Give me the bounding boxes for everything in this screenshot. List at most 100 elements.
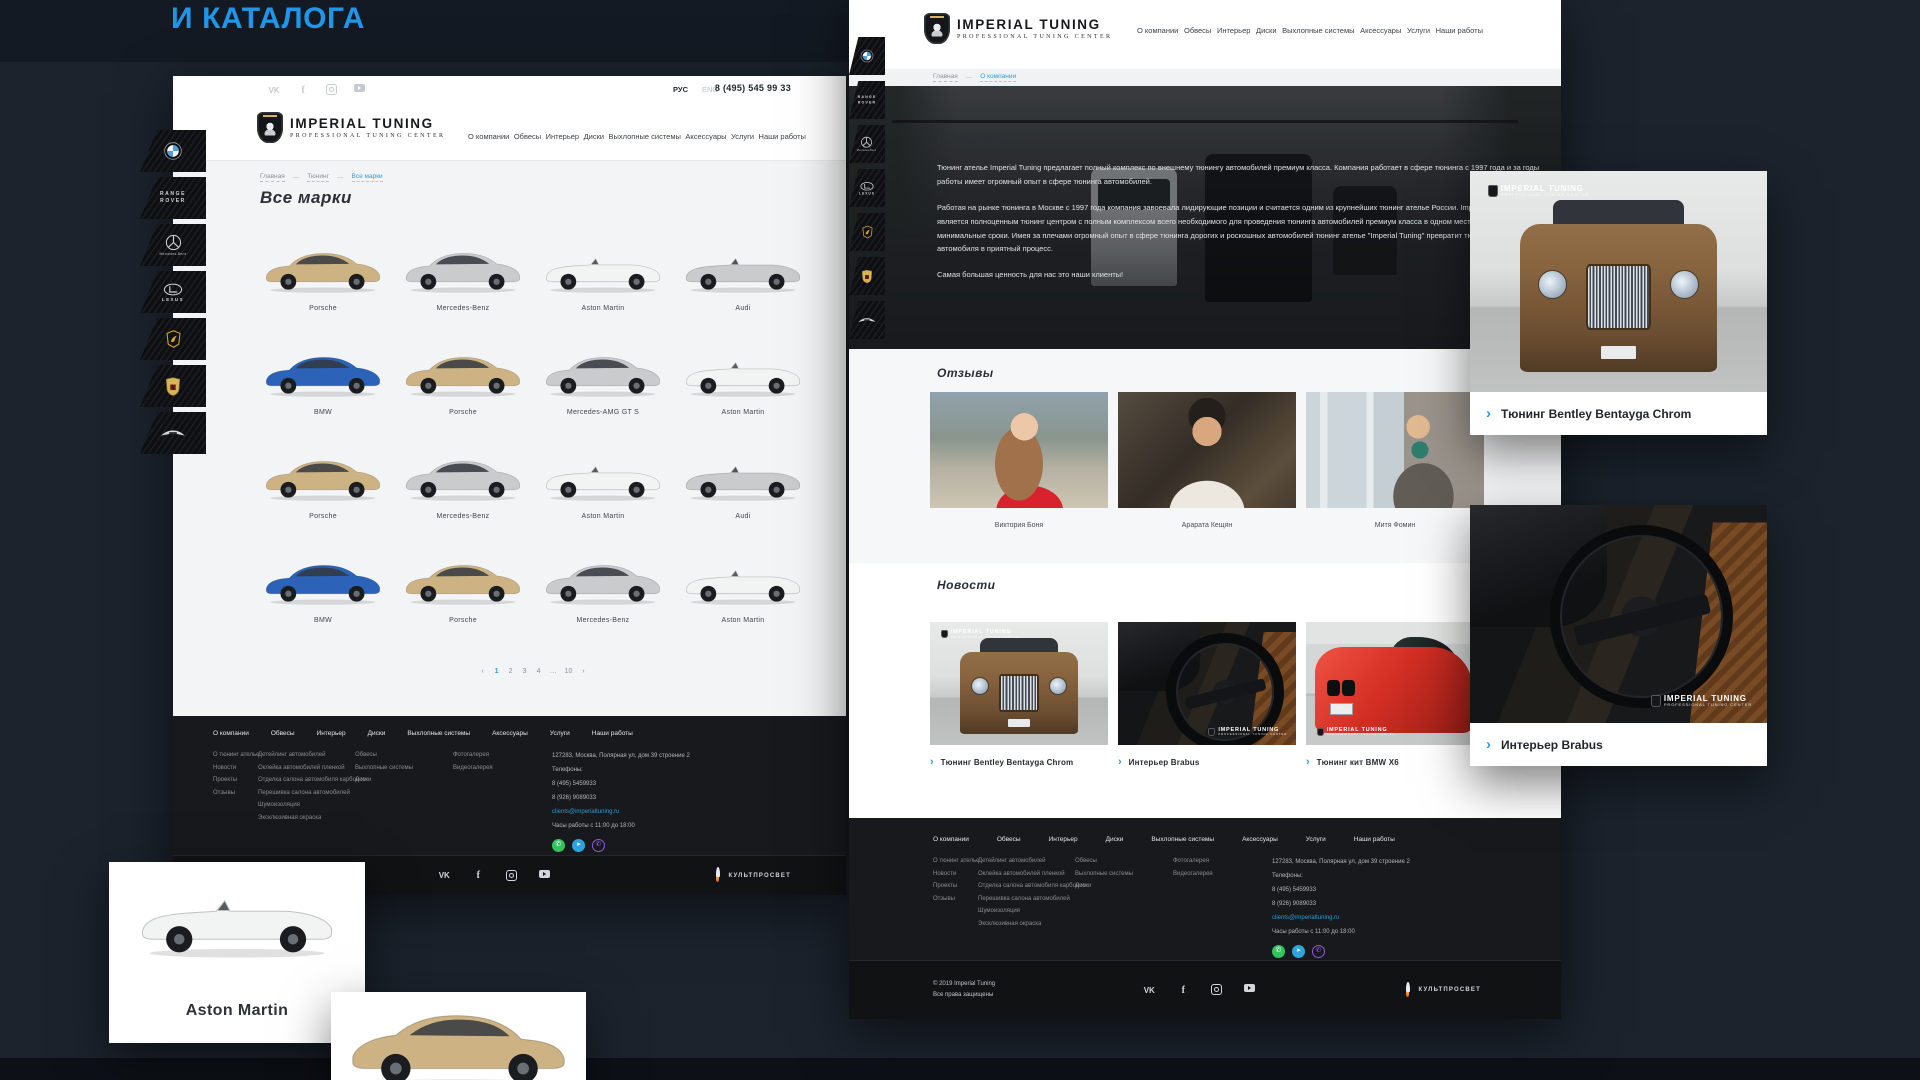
pagination-item[interactable]: 2 xyxy=(508,668,514,675)
nav-item[interactable]: Наши работы xyxy=(1436,26,1483,35)
brand-tile[interactable]: Mercedes-Benz xyxy=(140,224,206,266)
car-card[interactable]: Aston Martin xyxy=(680,345,806,449)
vk-icon[interactable]: VK xyxy=(438,870,450,882)
footer-nav-link[interactable]: Наши работы xyxy=(1354,836,1395,843)
footer-link[interactable]: Детейлинг автомобилей xyxy=(258,752,355,758)
whatsapp-icon[interactable]: ✆ xyxy=(552,839,565,852)
footer-phone-2[interactable]: 8 (926) 9089033 xyxy=(1272,900,1410,909)
news-card[interactable]: IMPERIAL TUNINGPROFESSIONAL TUNING CENTE… xyxy=(1118,622,1296,768)
brand-tile[interactable]: LEXUS xyxy=(140,271,206,313)
footer-nav-link[interactable]: Интерьер xyxy=(1049,836,1078,843)
footer-nav-link[interactable]: Наши работы xyxy=(592,730,633,737)
instagram-icon[interactable] xyxy=(326,84,337,95)
news-card[interactable]: IMPERIAL TUNINGPROFESSIONAL TUNING CENTE… xyxy=(930,622,1108,768)
footer-nav-link[interactable]: Обвесы xyxy=(271,730,295,737)
footer-link[interactable]: Обвесы xyxy=(355,752,453,758)
footer-link[interactable]: Фотогалерея xyxy=(1173,858,1272,864)
brand-tile[interactable]: Mercedes-Benz xyxy=(849,125,885,163)
footer-nav-link[interactable]: Услуги xyxy=(550,730,570,737)
nav-item[interactable]: Услуги xyxy=(1407,26,1430,35)
footer-email[interactable]: clients@imperialtuning.ru xyxy=(1272,914,1410,923)
brand-tile[interactable]: LEXUS xyxy=(849,169,885,207)
pagination-item[interactable]: 3 xyxy=(522,668,528,675)
footer-nav-link[interactable]: Аксессуары xyxy=(492,730,528,737)
footer-nav-link[interactable]: О компании xyxy=(933,836,969,843)
footer-nav-link[interactable]: Выхлопные системы xyxy=(1151,836,1214,843)
telegram-icon[interactable]: ➤ xyxy=(572,839,585,852)
nav-item[interactable]: Услуги xyxy=(731,132,754,141)
nav-item[interactable]: Выхлопные системы xyxy=(609,132,681,141)
nav-item[interactable]: Аксессуары xyxy=(1360,26,1401,35)
nav-item[interactable]: Обвесы xyxy=(1184,26,1211,35)
breadcrumb-item[interactable]: Тюнинг xyxy=(307,173,329,182)
footer-link[interactable]: О тюнинг ателье xyxy=(933,858,978,864)
footer-link[interactable]: Новости xyxy=(213,765,258,771)
brand-tile[interactable]: RANGEROVER xyxy=(140,177,206,219)
pagination-item[interactable]: 4 xyxy=(536,668,542,675)
footer-nav-link[interactable]: Диски xyxy=(368,730,386,737)
studio-credit[interactable]: КУЛЬТПРОСВЕТ xyxy=(1403,982,1481,999)
review-card[interactable]: Виктория Боня xyxy=(930,392,1108,529)
footer-nav-link[interactable]: Услуги xyxy=(1306,836,1326,843)
telegram-icon[interactable]: ➤ xyxy=(1292,945,1305,958)
footer-link[interactable]: Эксклюзивная окраска xyxy=(258,815,355,821)
footer-link[interactable]: Обвесы xyxy=(1075,858,1173,864)
nav-item[interactable]: Диски xyxy=(584,132,605,141)
brand-tile[interactable] xyxy=(849,213,885,251)
nav-item[interactable]: Наши работы xyxy=(759,132,806,141)
pagination-item[interactable]: 10 xyxy=(565,668,573,675)
footer-nav-link[interactable]: Аксессуары xyxy=(1242,836,1278,843)
footer-link[interactable]: Отзывы xyxy=(213,790,258,796)
brand-tile[interactable] xyxy=(140,365,206,407)
footer-link[interactable]: Шумоизоляция xyxy=(978,908,1075,914)
car-card[interactable]: Mercedes-Benz xyxy=(400,449,526,553)
breadcrumb-item[interactable]: — xyxy=(293,174,300,182)
brand-tile[interactable] xyxy=(140,318,206,360)
pagination-item[interactable]: 1 xyxy=(494,668,500,675)
breadcrumb-item[interactable]: Главная xyxy=(260,173,285,182)
breadcrumb-item[interactable]: — xyxy=(337,174,344,182)
footer-link[interactable]: Перешивка салона автомобилей xyxy=(258,790,355,796)
studio-credit[interactable]: КУЛЬТПРОСВЕТ xyxy=(713,867,791,884)
nav-item[interactable]: Интерьер xyxy=(546,132,579,141)
breadcrumb-item[interactable]: О компании xyxy=(980,73,1016,82)
car-card[interactable]: Porsche xyxy=(400,553,526,657)
nav-item[interactable]: О компании xyxy=(1137,26,1178,35)
car-card[interactable]: Audi xyxy=(680,241,806,345)
car-card[interactable]: Mercedes-AMG GT S xyxy=(540,345,666,449)
footer-link[interactable]: Выхлопные системы xyxy=(1075,871,1173,877)
brand-tile[interactable] xyxy=(849,257,885,295)
footer-link[interactable]: Отзывы xyxy=(933,896,978,902)
pagination-item[interactable]: › xyxy=(580,668,586,675)
car-card[interactable]: Mercedes-Benz xyxy=(540,553,666,657)
nav-item[interactable]: Интерьер xyxy=(1217,26,1250,35)
footer-nav-link[interactable]: Выхлопные системы xyxy=(407,730,470,737)
instagram-icon[interactable] xyxy=(506,870,517,881)
site-logo[interactable]: IMPERIAL TUNING PROFESSIONAL TUNING CENT… xyxy=(924,13,1112,44)
footer-nav-link[interactable]: Интерьер xyxy=(317,730,346,737)
footer-link[interactable]: Проекты xyxy=(213,777,258,783)
footer-link[interactable]: Отделка салона автомобиля карбоном xyxy=(978,883,1075,889)
footer-phone-1[interactable]: 8 (495) 5459933 xyxy=(1272,886,1410,895)
youtube-icon[interactable] xyxy=(539,870,550,878)
youtube-icon[interactable] xyxy=(354,84,365,92)
footer-link[interactable]: Эксклюзивная окраска xyxy=(978,921,1075,927)
footer-link[interactable]: Диски xyxy=(355,777,453,783)
car-card[interactable]: Aston Martin xyxy=(680,553,806,657)
footer-link[interactable]: Перешивка салона автомобилей xyxy=(978,896,1075,902)
nav-item[interactable]: Выхлопные системы xyxy=(1282,26,1354,35)
breadcrumb-item[interactable]: Все марки xyxy=(352,173,383,182)
brand-tile[interactable] xyxy=(140,412,206,454)
nav-item[interactable]: О компании xyxy=(468,132,509,141)
viber-icon[interactable]: ✆ xyxy=(1312,945,1325,958)
footer-link[interactable]: О тюнинг ателье xyxy=(213,752,258,758)
car-card[interactable]: Porsche xyxy=(260,241,386,345)
lang-switch-rus[interactable]: РУС xyxy=(673,85,688,94)
footer-link[interactable]: Видеогалерея xyxy=(1173,871,1272,877)
brand-tile[interactable] xyxy=(849,301,885,339)
instagram-icon[interactable] xyxy=(1211,984,1222,995)
vk-icon[interactable]: VK xyxy=(1143,984,1155,996)
footer-nav-link[interactable]: Диски xyxy=(1106,836,1124,843)
breadcrumb-item[interactable]: — xyxy=(966,74,973,82)
site-logo[interactable]: IMPERIAL TUNING PROFESSIONAL TUNING CENT… xyxy=(257,112,445,143)
